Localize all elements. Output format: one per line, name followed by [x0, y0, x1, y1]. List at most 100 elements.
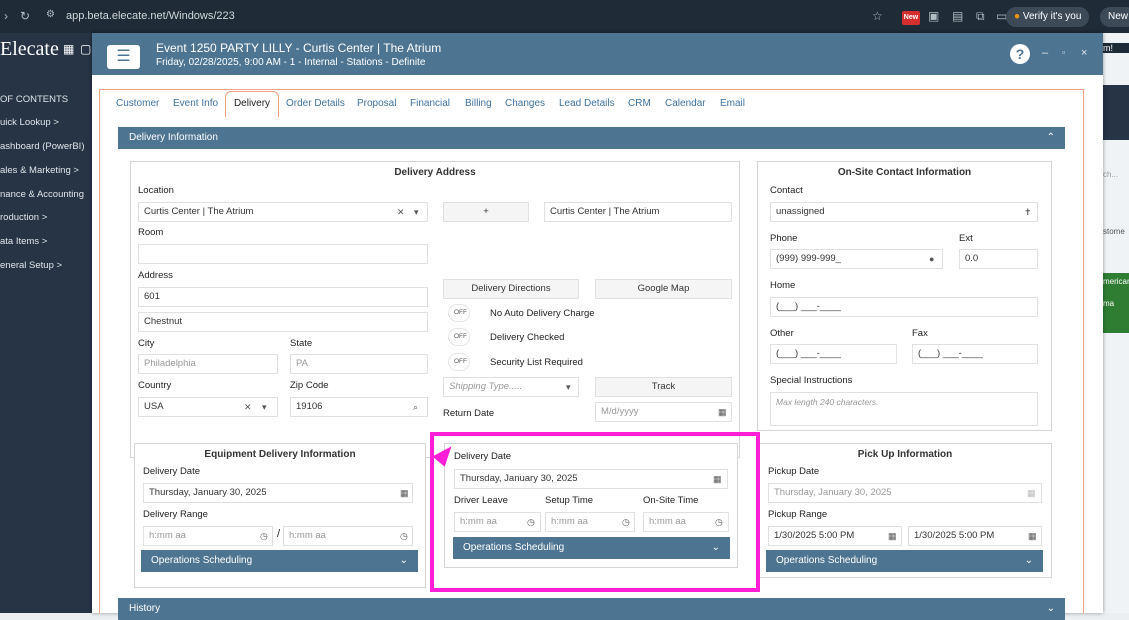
room-input[interactable] [138, 244, 428, 264]
contact-input[interactable]: unassigned [770, 202, 1038, 222]
state-input[interactable]: PA [290, 354, 428, 374]
equip-delivery-date-label: Delivery Date [143, 466, 201, 477]
equip-operations-scheduling[interactable]: Operations Scheduling ⌄ [141, 550, 418, 572]
sidebar-item-toc[interactable]: OF CONTENTS [0, 94, 68, 105]
address-line1-input[interactable]: 601 [138, 287, 428, 307]
profile-dot-icon: ● [1014, 11, 1023, 22]
clock-icon[interactable]: ◷ [400, 527, 408, 545]
clear-icon[interactable]: ✕ [244, 398, 252, 416]
address-label: Address [138, 270, 173, 281]
site-info-icon[interactable]: ⚙ [46, 9, 55, 20]
tab-event-info[interactable]: Event Info [173, 98, 218, 109]
bookmark-star-icon[interactable]: ☆ [872, 9, 883, 23]
sidebar-item-data-items[interactable]: ata Items > [0, 236, 47, 247]
tab-changes[interactable]: Changes [505, 98, 545, 109]
shipping-type-select[interactable]: Shipping Type..... [443, 377, 579, 397]
calendar-icon[interactable]: ▦ [1027, 484, 1036, 502]
delivery-directions-button[interactable]: Delivery Directions [443, 279, 579, 299]
pickup-date-input[interactable]: Thursday, January 30, 2025 [768, 483, 1042, 503]
track-button[interactable]: Track [595, 377, 732, 397]
dropdown-arrow-icon[interactable]: ▾ [262, 398, 267, 416]
calendar-icon[interactable]: ▦ [1028, 527, 1037, 545]
globe-icon[interactable]: ● [929, 250, 934, 268]
phone-input[interactable]: (999) 999-999_ [770, 249, 943, 269]
add-location-button[interactable]: + [443, 202, 529, 222]
tab-email[interactable]: Email [720, 98, 745, 109]
pickup-range-label: Pickup Range [768, 509, 828, 520]
tab-lead-details[interactable]: Lead Details [559, 98, 615, 109]
sidebar-item-finance[interactable]: nance & Accounting [0, 189, 84, 200]
city-input[interactable]: Philadelphia [138, 354, 278, 374]
delivery-checked-toggle[interactable]: OFF [448, 328, 470, 346]
home-phone-input[interactable]: (___) ___-____ [770, 297, 1038, 317]
address-line2-input[interactable]: Chestnut [138, 312, 428, 332]
tab-delivery[interactable]: Delivery [225, 91, 279, 117]
history-header[interactable]: History ⌄ [118, 598, 1065, 620]
close-icon[interactable]: × [1081, 47, 1087, 59]
sidebar-item-production[interactable]: roduction > [0, 212, 47, 223]
address-bar[interactable]: app.beta.elecate.net/Windows/223 [66, 10, 235, 22]
security-list-toggle[interactable]: OFF [448, 353, 470, 371]
pickup-range-from[interactable]: 1/30/2025 5:00 PM [768, 526, 902, 546]
chevron-down-icon: ⌄ [1046, 603, 1055, 614]
calendar-icon[interactable]: ▦ [400, 484, 409, 502]
puzzle-icon[interactable]: ⧉ [976, 9, 985, 24]
google-map-button[interactable]: Google Map [595, 279, 732, 299]
reload-icon[interactable]: ↻ [20, 9, 30, 23]
person-icon[interactable]: ✝ [1024, 203, 1032, 221]
forward-icon[interactable]: › [4, 9, 8, 23]
bg-user-fragment: m! [1103, 43, 1129, 53]
sidebar-item-general-setup[interactable]: eneral Setup > [0, 260, 62, 271]
dropdown-arrow-icon[interactable]: ▾ [414, 203, 419, 221]
clear-icon[interactable]: ✕ [397, 203, 405, 221]
bg-header-strip [1103, 85, 1129, 140]
location-select[interactable]: Curtis Center | The Atrium [138, 202, 428, 222]
new-tab-chip[interactable]: New [1100, 7, 1129, 27]
sidebar-item-quick-lookup[interactable]: uick Lookup > [0, 117, 59, 128]
tab-order-details[interactable]: Order Details [286, 98, 345, 109]
tab-financial[interactable]: Financial [410, 98, 450, 109]
location-value: Curtis Center | The Atrium [144, 206, 254, 217]
extension-icon[interactable]: ▣ [928, 9, 939, 23]
special-instructions-textarea[interactable]: Max length 240 characters. [770, 392, 1038, 426]
dropdown-arrow-icon[interactable]: ▾ [566, 378, 571, 396]
tab-proposal[interactable]: Proposal [357, 98, 396, 109]
pickup-date-label: Pickup Date [768, 466, 820, 477]
pickup-operations-scheduling[interactable]: Operations Scheduling ⌄ [766, 550, 1043, 572]
location-name-field[interactable]: Curtis Center | The Atrium [544, 202, 732, 222]
sidebar-item-sales[interactable]: ales & Marketing > [0, 165, 79, 176]
delivery-address-title: Delivery Address [394, 167, 476, 178]
chat-icon[interactable]: ▢ [80, 42, 91, 56]
delivery-range-from[interactable]: h:mm aa [143, 526, 273, 546]
country-select[interactable]: USA [138, 397, 278, 417]
zip-input[interactable]: 19106 [290, 397, 428, 417]
new-badge-icon[interactable]: New [902, 11, 920, 25]
help-icon[interactable]: ? [1010, 44, 1030, 64]
ext-input[interactable]: 0.0 [959, 249, 1038, 269]
no-auto-charge-toggle[interactable]: OFF [448, 304, 470, 322]
maximize-icon[interactable]: ▫ [1062, 47, 1065, 57]
tab-crm[interactable]: CRM [628, 98, 651, 109]
fax-input[interactable]: (___) ___-____ [912, 344, 1038, 364]
equip-delivery-date-input[interactable]: Thursday, January 30, 2025 [143, 483, 413, 503]
country-label: Country [138, 380, 172, 391]
calendar-icon[interactable]: ▦ [888, 527, 897, 545]
other-phone-input[interactable]: (___) ___-____ [770, 344, 897, 364]
extension-icon-2[interactable]: ▤ [952, 9, 963, 23]
return-date-input[interactable]: M/d/yyyy [595, 402, 732, 422]
contact-card-icon: ☰ [107, 45, 140, 69]
search-icon[interactable]: ⌕ [413, 398, 418, 416]
delivery-range-to[interactable]: h:mm aa [283, 526, 413, 546]
profile-chip[interactable]: ● Verify it's you [1006, 7, 1090, 27]
tab-customer[interactable]: Customer [116, 98, 159, 109]
delivery-info-header[interactable]: Delivery Information ⌃ [118, 127, 1065, 149]
sidebar-item-dashboard[interactable]: ashboard (PowerBI) [0, 141, 84, 152]
minimize-icon[interactable]: – [1042, 47, 1048, 59]
location-label: Location [138, 185, 174, 196]
tab-billing[interactable]: Billing [465, 98, 492, 109]
pickup-range-to[interactable]: 1/30/2025 5:00 PM [908, 526, 1042, 546]
calendar-icon[interactable]: ▦ [718, 403, 727, 421]
clock-icon[interactable]: ◷ [260, 527, 268, 545]
calendar-icon[interactable]: ▦ [63, 42, 74, 56]
tab-calendar[interactable]: Calendar [665, 98, 706, 109]
